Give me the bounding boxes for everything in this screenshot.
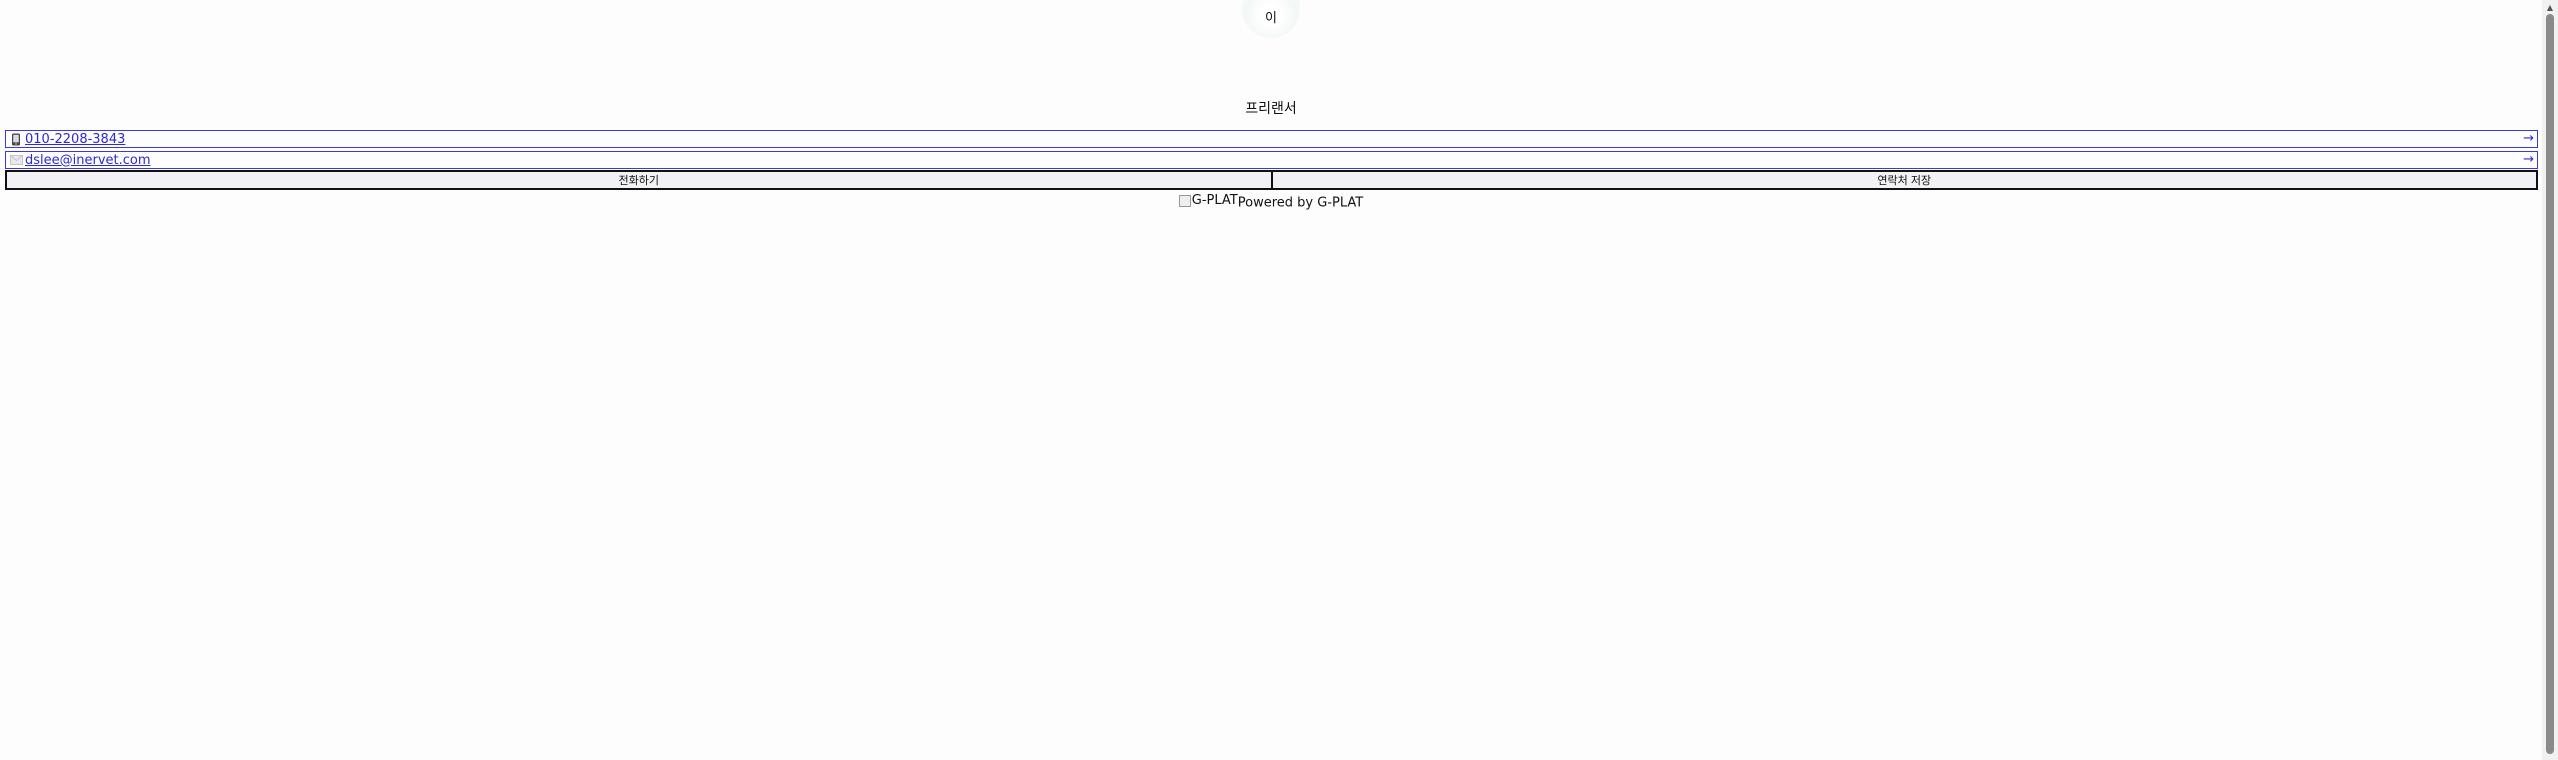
- email-row[interactable]: dslee@inervet.com →: [5, 151, 2538, 169]
- broken-image-icon: [1178, 194, 1191, 207]
- phone-arrow-icon[interactable]: →: [2523, 131, 2534, 147]
- scroll-up-icon[interactable]: ▲: [2542, 0, 2558, 14]
- avatar-initial: 이: [1265, 11, 1277, 26]
- action-buttons: 전화하기 연락처 저장: [5, 170, 2538, 190]
- phone-row[interactable]: 010-2208-3843 →: [5, 130, 2538, 148]
- envelope-icon: [9, 153, 23, 167]
- email-link[interactable]: dslee@inervet.com: [25, 153, 151, 168]
- scrollbar-thumb[interactable]: [2546, 14, 2554, 754]
- phone-link[interactable]: 010-2208-3843: [25, 132, 125, 147]
- email-arrow-icon[interactable]: →: [2523, 152, 2534, 168]
- save-contact-button[interactable]: 연락처 저장: [1270, 170, 2538, 190]
- avatar: 이: [1242, 0, 1300, 38]
- phone-icon: [9, 132, 23, 146]
- footer: G-PLAT Powered by G-PLAT: [0, 193, 2542, 211]
- job-title: 프리랜서: [1245, 101, 1297, 117]
- powered-by-text: Powered by G-PLAT: [1237, 195, 1364, 211]
- vertical-scrollbar[interactable]: ▲: [2542, 0, 2558, 760]
- business-card-page: 이 프리랜서 010-2208-3843 → dslee@inervet.com…: [0, 0, 2542, 760]
- call-button[interactable]: 전화하기: [5, 170, 1273, 190]
- logo-alt-text: G-PLAT: [1191, 193, 1238, 208]
- g-plat-logo: G-PLAT: [1178, 193, 1238, 208]
